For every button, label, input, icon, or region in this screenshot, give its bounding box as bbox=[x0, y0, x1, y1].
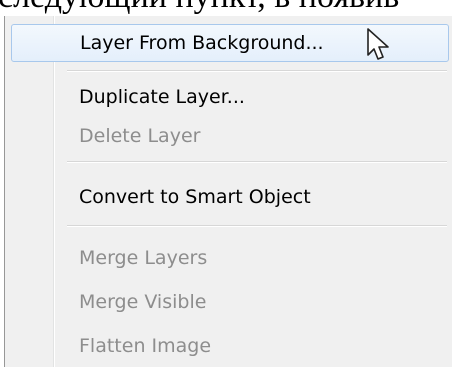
menu-item-label: Delete Layer bbox=[79, 125, 201, 147]
menu-separator bbox=[67, 225, 447, 227]
menu-separator bbox=[67, 70, 447, 72]
menu-item-duplicate-layer[interactable]: Duplicate Layer... bbox=[11, 78, 449, 116]
mouse-pointer-icon bbox=[367, 28, 389, 60]
menu-item-label: Duplicate Layer... bbox=[79, 86, 245, 108]
menu-item-label: Merge Visible bbox=[79, 291, 207, 313]
menu-item-merge-visible: Merge Visible bbox=[11, 283, 449, 321]
menu-item-label: Flatten Image bbox=[79, 335, 212, 357]
menu-separator bbox=[67, 161, 447, 163]
screenshot-page: следующий пункт, в появив Layer From Bac… bbox=[0, 0, 452, 367]
menu-item-label: Layer From Background... bbox=[80, 32, 324, 54]
menu-item-label: Merge Layers bbox=[79, 247, 208, 269]
menu-item-delete-layer: Delete Layer bbox=[11, 117, 449, 155]
menu-item-label: Convert to Smart Object bbox=[79, 186, 311, 208]
menu-item-convert-to-smart-object[interactable]: Convert to Smart Object bbox=[11, 178, 449, 216]
background-caption-text: следующий пункт, в появив bbox=[0, 0, 452, 14]
layer-context-menu: Layer From Background... Duplicate Layer… bbox=[4, 16, 452, 367]
menu-item-flatten-image: Flatten Image bbox=[11, 327, 449, 365]
menu-item-merge-layers: Merge Layers bbox=[11, 239, 449, 277]
